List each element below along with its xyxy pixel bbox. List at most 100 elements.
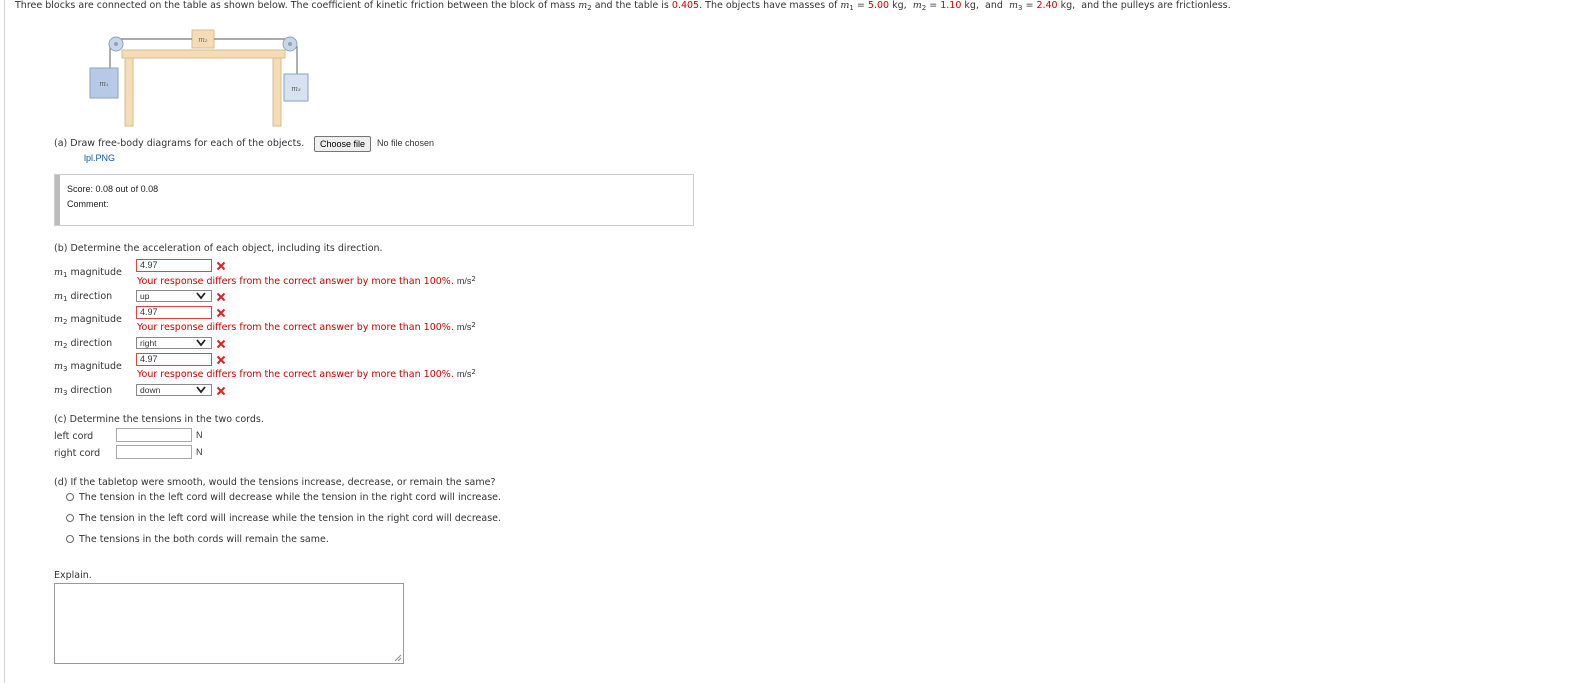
unit: m/s bbox=[456, 369, 472, 379]
m2-magnitude-feedback: Your response differs from the correct a… bbox=[137, 321, 476, 334]
select-value: down bbox=[140, 385, 161, 395]
choose-file-button[interactable]: Choose file bbox=[314, 136, 372, 152]
m3-magnitude-input[interactable]: 4.97 bbox=[136, 353, 212, 366]
m3-direction-select[interactable]: down bbox=[136, 384, 212, 396]
left-border bbox=[4, 0, 5, 683]
and-text: and bbox=[985, 0, 1003, 11]
option-label-2[interactable]: The tension in the left cord will increa… bbox=[79, 513, 501, 524]
m2-direction-select[interactable]: right bbox=[136, 337, 212, 349]
explain-textarea[interactable] bbox=[54, 583, 404, 664]
option-label-1[interactable]: The tension in the left cord will decrea… bbox=[79, 492, 501, 503]
resize-grip-icon[interactable] bbox=[393, 653, 402, 662]
m2-label: m bbox=[912, 0, 922, 11]
error-text: Your response differs from the correct a… bbox=[137, 369, 454, 380]
row-sub: 2 bbox=[63, 342, 68, 350]
incorrect-x-icon bbox=[216, 386, 226, 396]
m1-magnitude-feedback: Your response differs from the correct a… bbox=[137, 275, 476, 288]
kg-unit: kg, bbox=[1060, 0, 1076, 11]
pulley-left-hub bbox=[114, 42, 118, 46]
equals-sign: = bbox=[856, 0, 865, 11]
file-status: No file chosen bbox=[377, 138, 435, 148]
option-label-3[interactable]: The tensions in the both cords will rema… bbox=[79, 534, 329, 545]
row-var: m bbox=[54, 291, 64, 302]
mu-value: 0.405 bbox=[671, 0, 700, 11]
m1-magnitude-input[interactable]: 4.97 bbox=[136, 259, 212, 272]
comment-label: Comment: bbox=[67, 199, 109, 209]
m2-magnitude-label: m2 magnitude bbox=[54, 314, 122, 326]
right-cord-input[interactable] bbox=[116, 445, 192, 459]
m3-sub: 3 bbox=[1017, 4, 1023, 12]
part-a-prompt: (a) Draw free-body diagrams for each of … bbox=[54, 138, 305, 149]
table-leg-left bbox=[124, 57, 134, 127]
option-radio-3[interactable] bbox=[66, 535, 74, 543]
row-sub: 3 bbox=[63, 389, 68, 397]
m3-direction-label: m3 direction bbox=[54, 385, 112, 397]
unit-exp: 2 bbox=[471, 368, 476, 376]
m1-direction-label: m1 direction bbox=[54, 291, 113, 303]
unit-exp: 2 bbox=[471, 275, 476, 283]
intro-mass-var: m bbox=[578, 0, 588, 11]
incorrect-x-icon bbox=[216, 308, 226, 318]
m3-magnitude-feedback: Your response differs from the correct a… bbox=[137, 368, 476, 381]
incorrect-x-icon bbox=[216, 261, 226, 271]
table-top bbox=[121, 49, 286, 59]
unit: m/s bbox=[456, 322, 472, 332]
select-value: up bbox=[140, 291, 150, 301]
equals-sign: = bbox=[1025, 0, 1034, 11]
row-text: direction bbox=[70, 291, 113, 302]
incorrect-x-icon bbox=[216, 355, 226, 365]
m3-label: m bbox=[1008, 0, 1018, 11]
option-radio-2[interactable] bbox=[66, 514, 74, 522]
m3-magnitude-label: m3 magnitude bbox=[54, 361, 122, 373]
kg-unit: kg, bbox=[892, 0, 907, 11]
part-b-prompt: (b) Determine the acceleration of each o… bbox=[54, 243, 383, 254]
intro-mid-text: and the table is bbox=[591, 0, 672, 11]
chevron-down-icon bbox=[196, 386, 206, 394]
error-text: Your response differs from the correct a… bbox=[137, 322, 454, 333]
left-cord-unit: N bbox=[196, 430, 203, 440]
m2-magnitude-input[interactable]: 4.97 bbox=[136, 306, 212, 319]
left-cord-input[interactable] bbox=[116, 428, 192, 442]
left-cord-label: left cord bbox=[54, 431, 94, 442]
row-sub: 1 bbox=[63, 271, 68, 279]
m1-sub: 1 bbox=[849, 4, 854, 12]
explain-label: Explain. bbox=[54, 570, 92, 581]
uploaded-file-link[interactable]: lpl.PNG bbox=[84, 153, 115, 163]
right-cord-unit: N bbox=[196, 447, 203, 457]
row-var: m bbox=[54, 314, 64, 325]
table-leg-right bbox=[272, 57, 282, 127]
block-m1-label: m₁ bbox=[99, 80, 109, 88]
part-c-prompt: (c) Determine the tensions in the two co… bbox=[54, 414, 264, 425]
block-m3-label: m₃ bbox=[291, 85, 301, 93]
select-value: right bbox=[140, 338, 157, 348]
score-label: Score: bbox=[67, 184, 94, 194]
row-text: magnitude bbox=[70, 314, 122, 325]
row-sub: 2 bbox=[63, 318, 68, 326]
score-panel: Score: 0.08 out of 0.08 Comment: bbox=[54, 174, 694, 226]
m1-value: 5.00 bbox=[867, 0, 890, 11]
chevron-down-icon bbox=[196, 292, 206, 300]
row-var: m bbox=[54, 385, 64, 396]
block-m2-label: m₂ bbox=[198, 36, 208, 44]
intro-text: Three blocks are connected on the table … bbox=[15, 0, 579, 11]
part-d-prompt: (d) If the tabletop were smooth, would t… bbox=[54, 477, 496, 488]
row-var: m bbox=[54, 338, 64, 349]
incorrect-x-icon bbox=[216, 339, 226, 349]
score-line: Score: 0.08 out of 0.08 bbox=[67, 184, 158, 194]
option-radio-1[interactable] bbox=[66, 493, 74, 501]
row-text: direction bbox=[70, 338, 113, 349]
row-text: magnitude bbox=[70, 361, 122, 372]
m1-direction-select[interactable]: up bbox=[136, 290, 212, 302]
row-sub: 1 bbox=[63, 295, 68, 303]
error-text: Your response differs from the correct a… bbox=[137, 276, 454, 287]
row-text: magnitude bbox=[70, 267, 122, 278]
row-var: m bbox=[54, 361, 64, 372]
m1-magnitude-label: m1 magnitude bbox=[54, 267, 122, 279]
unit-exp: 2 bbox=[471, 321, 476, 329]
problem-statement: Three blocks are connected on the table … bbox=[15, 0, 1231, 12]
score-panel-accent bbox=[55, 175, 60, 225]
intro-end: and the pulleys are frictionless. bbox=[1081, 0, 1231, 11]
incorrect-x-icon bbox=[216, 292, 226, 302]
row-var: m bbox=[54, 267, 64, 278]
score-value: 0.08 out of 0.08 bbox=[95, 184, 159, 194]
